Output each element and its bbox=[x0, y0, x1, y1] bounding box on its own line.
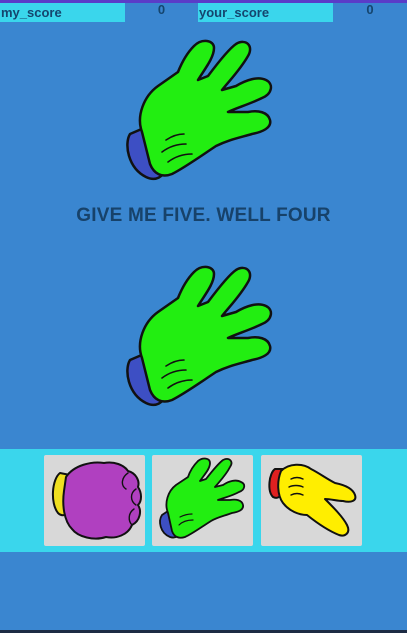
your-score-label: your_score bbox=[199, 5, 270, 20]
spock-hand-icon bbox=[159, 457, 246, 539]
player-spock-hand-icon bbox=[118, 262, 288, 412]
opponent-spock-hand-icon bbox=[118, 36, 288, 186]
scissors-choice-button[interactable] bbox=[261, 455, 362, 546]
my-score-label: my_score bbox=[1, 5, 62, 20]
round-result-message: GIVE ME FIVE. WELL FOUR bbox=[76, 205, 331, 226]
rock-hand-icon bbox=[52, 461, 142, 540]
your-score-value: 0 bbox=[366, 2, 374, 17]
my-score-label-box: my_score bbox=[0, 3, 125, 22]
spock-choice-button[interactable] bbox=[152, 455, 253, 546]
rock-choice-button[interactable] bbox=[44, 455, 145, 546]
choices-bar bbox=[0, 449, 407, 552]
scissors-hand-icon bbox=[268, 463, 357, 537]
your-score-label-box: your_score bbox=[198, 3, 333, 22]
my-score-value: 0 bbox=[157, 2, 166, 17]
